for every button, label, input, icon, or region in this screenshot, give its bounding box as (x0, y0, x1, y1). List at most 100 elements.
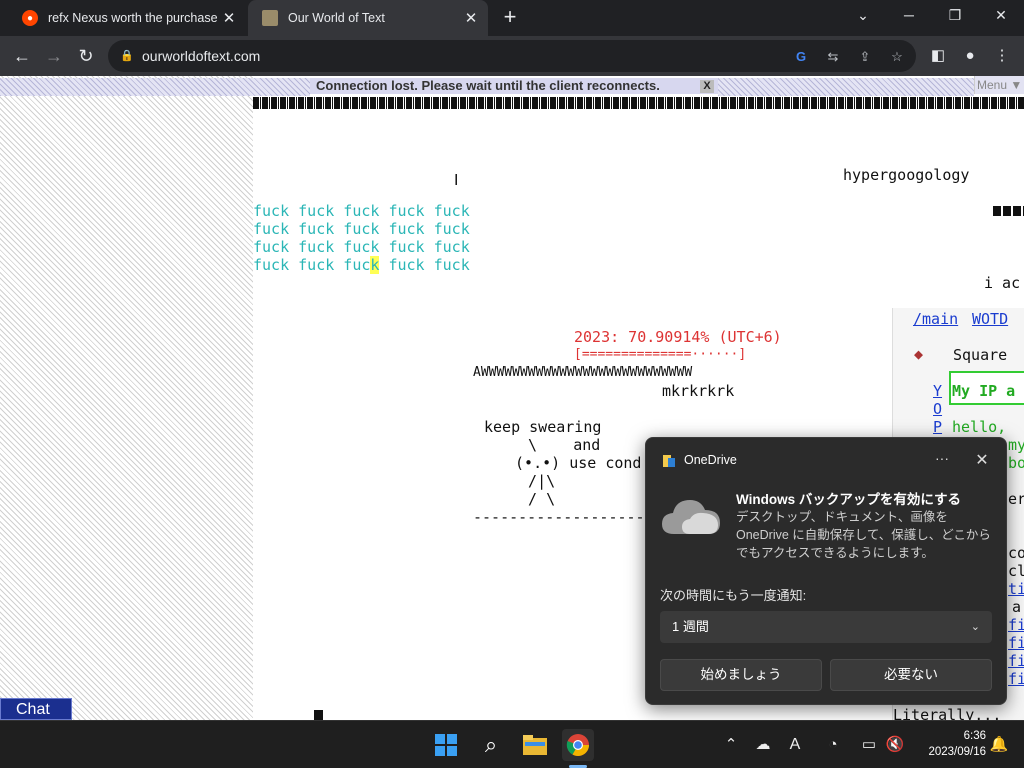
link-wotd[interactable]: WOTD (972, 310, 1008, 328)
text-i-ac: i ac (984, 274, 1021, 292)
url-text: ourworldoftext.com (142, 48, 261, 64)
ime-mode-icon[interactable]: ◔ (822, 735, 844, 755)
partial-link[interactable]: fi (1008, 652, 1024, 670)
ascii-art-line: \ and (510, 436, 601, 454)
chevron-down-icon[interactable]: ⌄ (840, 0, 886, 32)
side-link[interactable]: Y (933, 382, 942, 400)
partial-text: cor (1008, 544, 1024, 562)
browser-tab-bar: ● refx Nexus worth the purchase? : ✕ Our… (0, 0, 1024, 36)
forward-icon[interactable]: → (40, 42, 68, 70)
remind-interval-select[interactable]: 1 週間 ⌄ (660, 611, 992, 643)
translate-icon[interactable]: ⇆ (824, 48, 842, 66)
ime-indicator[interactable]: A (784, 735, 806, 755)
remind-interval-value: 1 週間 (672, 619, 709, 634)
onedrive-notification: OneDrive ··· ✕ Windows バックアップを有効にする デスクト… (645, 437, 1007, 705)
link-main[interactable]: /main (913, 310, 958, 328)
clock-date: 2023/09/16 (928, 746, 986, 758)
unloaded-region (0, 76, 253, 720)
kebab-menu-icon[interactable]: ⋮ (988, 42, 1016, 70)
banner-stripe (718, 78, 974, 96)
text-hello: hello, (952, 418, 1007, 436)
show-hidden-icons-icon[interactable]: ⌃ (720, 735, 742, 755)
side-link[interactable]: P (933, 418, 942, 436)
partial-link[interactable]: fi (1008, 634, 1024, 652)
windows-taskbar: ⌕ ⌃ ☁ A ◔ ▭ 🔇 6:36 2023/09/16 🔔 (0, 720, 1024, 768)
text-fuck-line: fuck fuck fuck fuck fuck (253, 202, 470, 220)
tab-title: Our World of Text (288, 11, 385, 25)
google-icon[interactable]: G (792, 48, 810, 66)
not-needed-button[interactable]: 必要ない (830, 659, 992, 691)
ascii-art-line: (•.•) use cond (506, 454, 642, 472)
side-link[interactable]: O (933, 400, 942, 418)
text-keep-swearing: keep swearing (484, 418, 602, 436)
garbled-glyph (314, 710, 323, 720)
notification-body: デスクトップ、ドキュメント、画像を OneDrive に自動保存して、保護し、ど… (736, 510, 991, 560)
text-hypergoogology: hypergoogology (843, 166, 970, 184)
restore-icon[interactable]: ❐ (932, 0, 978, 32)
new-tab-icon[interactable]: + (498, 4, 522, 30)
chrome-icon[interactable] (562, 729, 594, 761)
side-panel-icon[interactable]: ◧ (924, 42, 952, 70)
minimize-icon[interactable]: ─ (886, 0, 932, 32)
onedrive-app-icon (663, 455, 675, 467)
text-fuck-line: fuck fuck fuck fuck fuck (253, 256, 470, 274)
windows-start-icon[interactable] (430, 729, 462, 761)
reload-icon[interactable]: ↻ (72, 42, 100, 70)
onedrive-tray-icon[interactable]: ☁ (752, 735, 774, 755)
text-cursor-icon: I (454, 172, 459, 189)
close-notification-icon[interactable]: ✕ (972, 450, 992, 470)
profile-icon[interactable]: ● (956, 42, 984, 70)
remind-label: 次の時間にもう一度通知: (660, 588, 807, 603)
more-options-icon[interactable]: ··· (932, 450, 952, 466)
bookmark-star-icon[interactable]: ☆ (888, 48, 906, 66)
connection-lost-banner: Connection lost. Please wait until the c… (310, 78, 718, 94)
text-literally: Literally... (893, 706, 1002, 720)
clock-time: 6:36 (963, 730, 986, 742)
text-my-ip: My IP a (952, 382, 1016, 400)
text-mkrkrkrk: mkrkrkrk (662, 382, 735, 400)
lock-icon: 🔒 (120, 50, 134, 62)
partial-text: er (1008, 490, 1024, 508)
partial-link[interactable]: tim (1008, 580, 1024, 598)
search-icon[interactable]: ⌕ (475, 729, 507, 761)
partial-link[interactable]: fi (1008, 670, 1024, 688)
address-bar[interactable]: 🔒 ourworldoftext.com G ⇆ ⇪ ☆ (108, 40, 916, 72)
get-started-button[interactable]: 始めましょう (660, 659, 822, 691)
tab-close-icon[interactable]: ✕ (218, 9, 240, 27)
text-square: Square (953, 346, 1008, 364)
partial-text: a (1012, 598, 1022, 616)
network-icon[interactable]: ▭ (858, 735, 880, 755)
browser-toolbar: ← → ↻ 🔒 ourworldoftext.com G ⇆ ⇪ ☆ ◧ ● ⋮ (0, 36, 1024, 76)
close-icon[interactable]: ✕ (978, 0, 1024, 32)
text-awww: AWWWWWWWWWWWWWWWWWWWWWWWWWWW (473, 365, 693, 380)
taskbar-clock[interactable]: 6:36 2023/09/16 (916, 728, 986, 760)
dashed-line: -------------------- (473, 508, 654, 526)
file-explorer-icon[interactable] (519, 729, 551, 761)
owot-favicon-icon (262, 10, 278, 26)
text-fuck-line: fuck fuck fuck fuck fuck (253, 220, 470, 238)
tab-close-icon[interactable]: ✕ (460, 9, 482, 27)
tab-our-world-of-text[interactable]: Our World of Text ✕ (248, 0, 488, 36)
banner-close-button[interactable]: X (700, 80, 714, 93)
ascii-art-line: /|\ (510, 472, 556, 490)
tab-title: refx Nexus worth the purchase? : (48, 11, 218, 25)
partial-text: my (1008, 436, 1024, 454)
garbled-glyphs (993, 206, 1024, 216)
menu-button[interactable]: Menu ▼ (974, 76, 1024, 94)
partial-text: boo (1008, 454, 1024, 472)
notification-bell-icon[interactable]: 🔔 (988, 735, 1010, 755)
partial-text: cle (1008, 562, 1024, 580)
text-fuck-part: fuck fuck (379, 256, 470, 274)
onedrive-cloud-icon (662, 500, 720, 534)
tab-reddit[interactable]: ● refx Nexus worth the purchase? : ✕ (8, 0, 246, 36)
bird-icon: ◆ (914, 345, 924, 363)
partial-link[interactable]: fi (1008, 616, 1024, 634)
chat-button[interactable]: Chat (0, 698, 72, 720)
garbled-text-row (253, 97, 1024, 109)
back-icon[interactable]: ← (8, 42, 36, 70)
reddit-icon: ● (22, 10, 38, 26)
share-icon[interactable]: ⇪ (856, 48, 874, 66)
volume-muted-icon[interactable]: 🔇 (884, 735, 906, 755)
notification-app-name: OneDrive (684, 453, 737, 467)
notification-heading: Windows バックアップを有効にする (736, 492, 962, 507)
